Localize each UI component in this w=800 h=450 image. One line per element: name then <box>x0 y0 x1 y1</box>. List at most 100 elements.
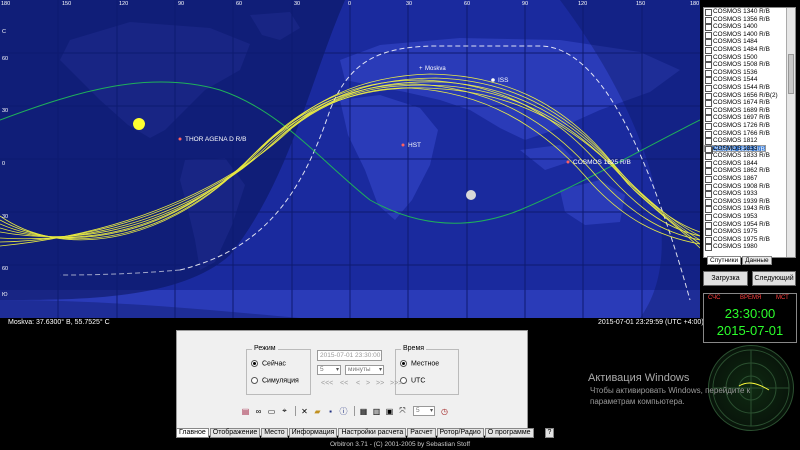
info-icon[interactable]: ⓘ <box>338 406 349 417</box>
sat-marker-cosmos-1825[interactable]: COSMOS 1825 R/B <box>566 159 631 166</box>
satellite-list-item[interactable]: COSMOS 1689 R/B <box>704 107 795 115</box>
satellite-list-item[interactable]: COSMOS 1544 <box>704 76 795 85</box>
satellite-list-item[interactable]: COSMOS 1975 R/B <box>704 236 795 244</box>
grid-icon[interactable]: ▦ <box>358 406 369 417</box>
clock-tab-time[interactable]: ВРЕМЯ <box>740 295 761 301</box>
expand-icon[interactable]: ⤧ <box>397 406 408 417</box>
svg-text:60: 60 <box>2 56 8 62</box>
satellite-list-item[interactable]: COSMOS 1674 R/B <box>704 99 795 108</box>
mode-sim-radio[interactable]: Симуляция <box>251 377 299 384</box>
binoculars-icon[interactable]: ∞ <box>253 406 264 417</box>
scrollbar-thumb[interactable] <box>788 54 794 94</box>
satellite-list-item[interactable]: COSMOS 1844 <box>704 160 795 168</box>
checkbox-icon[interactable] <box>705 244 712 252</box>
monitor-icon[interactable]: ▭ <box>266 406 277 417</box>
map-datetime: 2015-07-01 23:29:59 (UTC +4:00) <box>598 319 704 326</box>
satellite-name: COSMOS 1833 R/B <box>713 152 770 160</box>
nav-prev-fast-button[interactable]: <<< <box>321 380 333 387</box>
satellite-list-item[interactable]: COSMOS 1953 <box>704 213 795 222</box>
satellite-list-item[interactable]: COSMOS 1484 R/B <box>704 46 795 54</box>
tools-icon[interactable]: ✕ <box>299 406 310 417</box>
tab-calc[interactable]: Расчет <box>407 428 436 438</box>
satellite-list-item[interactable]: COSMOS 1933 <box>704 190 795 199</box>
satellite-list-item[interactable]: COSMOS 1980 <box>704 243 795 252</box>
load-tle-button[interactable]: Загрузка TLE <box>703 271 748 295</box>
satellite-table-icon[interactable]: ⌖ <box>279 406 290 417</box>
satellite-list-item[interactable]: COSMOS 1340 R/B <box>704 8 795 16</box>
tab-data[interactable]: Данные <box>742 256 772 265</box>
table-icon[interactable]: ▥ <box>371 406 382 417</box>
speed-select[interactable]: 5 ▾ <box>413 406 435 416</box>
clock-panel: СЧС ВРЕМЯ МСТ 23:30:00 2015-07-01 <box>703 293 797 343</box>
tiles-icon[interactable]: ▣ <box>384 406 395 417</box>
tab-rotor-radio[interactable]: Ротор/Радио <box>436 428 484 438</box>
activation-watermark-title: Активация Windows <box>588 372 690 384</box>
satellite-list-item[interactable]: COSMOS 1833 R/B <box>704 152 795 161</box>
satellite-name: COSMOS 1975 R/B <box>713 235 770 243</box>
nav-back-button[interactable]: < <box>356 380 360 387</box>
satellite-name: COSMOS 1400 R/B <box>713 30 770 38</box>
satellite-list-item[interactable]: COSMOS 1500 <box>704 54 795 62</box>
satellite-list-item[interactable]: COSMOS 1812 <box>704 137 795 146</box>
tab-about[interactable]: О программе <box>484 428 534 438</box>
nav-fwd-button[interactable]: > <box>366 380 370 387</box>
books-icon[interactable]: ▤ <box>240 406 251 417</box>
mode-now-radio[interactable]: Сейчас <box>251 360 286 367</box>
satellite-list[interactable]: COSMOS 1340 R/B COSMOS 1356 R/B COSMOS 140… <box>703 7 796 258</box>
satellite-list-item[interactable]: COSMOS 1484 <box>704 38 795 47</box>
nav-prev-button[interactable]: << <box>340 380 348 387</box>
satellite-list-item[interactable]: COSMOS 1867 <box>704 175 795 184</box>
satellite-list-item[interactable]: COSMOS 1908 R/B <box>704 183 795 191</box>
satellite-list-item[interactable]: COSMOS 1975 <box>704 228 795 237</box>
satellite-list-scrollbar[interactable] <box>786 8 795 257</box>
satellite-list-item[interactable]: COSMOS 1400 R/B <box>704 31 795 39</box>
satellite-list-item[interactable]: COSMOS 1943 R/B <box>704 205 795 214</box>
save-icon[interactable]: ▪ <box>325 406 336 417</box>
satellite-list-item[interactable]: COSMOS 1726 R/B <box>704 122 795 130</box>
world-map[interactable]: + Moskva THOR AGENA D R/B HST ISS COSMOS… <box>0 0 700 318</box>
tab-display[interactable]: Отображение <box>209 428 261 438</box>
nav-next-button[interactable]: >> <box>376 380 384 387</box>
tab-main[interactable]: Главное <box>176 428 209 438</box>
satellite-list-item[interactable]: COSMOS 1544 R/B <box>704 84 795 92</box>
tab-help[interactable]: ? <box>544 428 555 438</box>
satellite-list-item[interactable]: COSMOS 1939 R/B <box>704 198 795 206</box>
satellite-list-item[interactable]: COSMOS 1400 <box>704 23 795 32</box>
time-utc-radio[interactable]: UTC <box>400 377 425 384</box>
next-button[interactable]: Следующий <box>752 271 796 286</box>
nav-next-fast-button[interactable]: >>> <box>390 380 402 387</box>
satellite-list-item[interactable]: COSMOS 1508 R/B <box>704 61 795 70</box>
satellite-name: COSMOS 1953 <box>713 213 758 221</box>
sat-marker-thor-agena[interactable]: THOR AGENA D R/B <box>178 136 247 143</box>
sim-datetime-input[interactable]: 2015-07-01 23:30:00 <box>317 350 382 361</box>
toolbar-divider <box>295 406 296 416</box>
satellite-name: COSMOS 1500 <box>713 53 758 61</box>
svg-text:HST: HST <box>408 142 421 149</box>
clock-tab-local[interactable]: СЧС <box>708 295 720 301</box>
satellite-list-item[interactable]: COSMOS 1766 R/B <box>704 130 795 138</box>
folder-icon[interactable]: ▰ <box>312 406 323 417</box>
satellite-list-item[interactable]: COSMOS 1833 <box>704 145 795 153</box>
tab-info[interactable]: Информация <box>288 428 338 438</box>
radio-icon <box>400 360 407 367</box>
clock-tab-utc[interactable]: МСТ <box>776 295 789 301</box>
satellite-list-item[interactable]: COSMOS 1356 R/B <box>704 16 795 24</box>
toolbar-divider <box>354 406 355 416</box>
satellite-list-item[interactable]: COSMOS 1656 R/B(2) <box>704 92 795 100</box>
tab-location[interactable]: Место <box>261 428 288 438</box>
satellite-list-item[interactable]: COSMOS 1536 <box>704 69 795 77</box>
satellite-name: COSMOS 1674 R/B <box>713 99 770 107</box>
step-value-select[interactable]: 5 ▾ <box>317 365 341 375</box>
tab-calc-settings[interactable]: Настройки расчета <box>338 428 407 438</box>
time-group: Время Местное UTC <box>395 345 459 395</box>
satellite-name: COSMOS 1340 R/B <box>713 8 770 15</box>
tab-satellites[interactable]: Спутники <box>707 256 742 265</box>
clock-icon[interactable]: ◷ <box>439 406 450 417</box>
satellite-list-item[interactable]: COSMOS 1954 R/B <box>704 221 795 229</box>
satellite-name: COSMOS 1544 <box>713 76 758 84</box>
time-local-radio[interactable]: Местное <box>400 360 439 367</box>
step-unit-select[interactable]: минуты ▾ <box>345 365 384 375</box>
satellite-list-item[interactable]: COSMOS 1862 R/B <box>704 167 795 176</box>
satellite-list-item[interactable]: COSMOS 1697 R/B <box>704 114 795 123</box>
svg-text:120: 120 <box>119 1 128 7</box>
